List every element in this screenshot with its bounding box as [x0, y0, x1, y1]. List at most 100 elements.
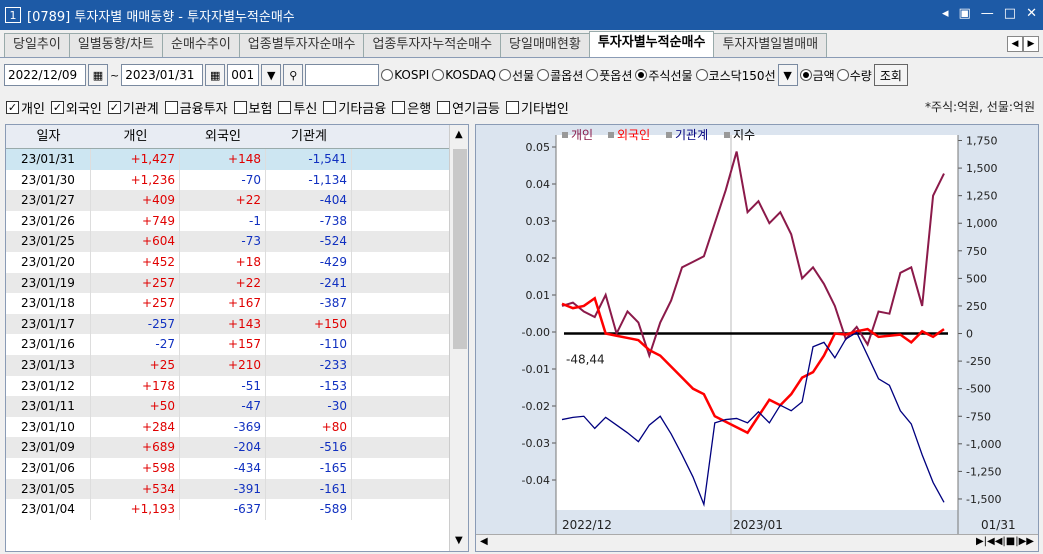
table-row[interactable]: 23/01/31 +1,427 +148 -1,541 [6, 149, 468, 170]
market-radio-1[interactable]: KOSDAQ [432, 67, 496, 84]
start-date-input[interactable]: 2022/12/09 [4, 64, 86, 86]
checkbox-icon[interactable]: ✓ [107, 100, 121, 114]
tab-4[interactable]: 업종투자자누적순매수 [363, 33, 502, 57]
table-row[interactable]: 23/01/12 +178 -51 -153 [6, 375, 468, 397]
tab-0[interactable]: 당일추이 [4, 33, 70, 57]
cumulative-chart[interactable]: 0.05 0.04 0.03 0.02 0.01 -0.00 -0.01 -0.02 -0.03… [475, 124, 1039, 552]
tab-next-icon[interactable]: ▶ [1023, 36, 1039, 52]
check-8[interactable]: 연기금등 [437, 98, 500, 117]
checkbox-icon[interactable] [392, 100, 406, 114]
market-dropdown-icon[interactable]: ▼ [777, 64, 798, 86]
dropdown-arrow-icon[interactable]: ▼ [261, 64, 282, 86]
table-row[interactable]: 23/01/27 +409 +22 -404 [6, 190, 468, 211]
radio-icon[interactable] [432, 69, 445, 81]
radio-icon[interactable] [635, 69, 648, 81]
table-cell: 23/01/16 [6, 334, 91, 355]
table-cell: -241 [266, 272, 352, 294]
scroll-left-icon[interactable]: ◀ [480, 536, 488, 547]
table-row[interactable]: 23/01/26 +749 -1 -738 [6, 210, 468, 232]
checkbox-icon[interactable]: ✓ [50, 100, 64, 114]
check-9[interactable]: 기타법인 [506, 98, 569, 117]
name-field[interactable] [305, 64, 380, 86]
table-row[interactable]: 23/01/11 +50 -47 -30 [6, 396, 468, 417]
table-row[interactable]: 23/01/19 +257 +22 -241 [6, 272, 468, 294]
market-radio-2[interactable]: 선물 [499, 67, 534, 84]
market-radio-0[interactable]: KOSPI [381, 67, 429, 84]
check-6[interactable]: 기타금융 [323, 98, 386, 117]
checkbox-icon[interactable]: ✓ [6, 100, 19, 114]
check-2[interactable]: ✓ 기관계 [107, 98, 159, 117]
code-input[interactable]: 001 [227, 64, 260, 86]
table-row[interactable]: 23/01/05 +534 -391 -161 [6, 478, 468, 500]
chart-nav-icons[interactable]: ▶|◀◀|■|▶▶ [976, 536, 1034, 547]
vertical-scrollbar[interactable]: ▲ ▼ [449, 125, 468, 551]
checkbox-icon[interactable] [437, 100, 451, 114]
table-cell: -30 [266, 396, 352, 417]
table-row[interactable]: 23/01/10 +284 -369 +80 [6, 416, 468, 438]
calendar-icon[interactable]: ▦ [88, 64, 108, 86]
calendar-icon[interactable]: ▦ [205, 64, 226, 86]
checkbox-icon[interactable] [164, 100, 178, 114]
check-label: 투신 [293, 101, 318, 117]
tab-2[interactable]: 순매수추이 [161, 33, 240, 57]
column-header[interactable]: 일자 [6, 125, 91, 148]
table-row[interactable]: 23/01/04 +1,193 -637 -589 [6, 499, 468, 520]
checkbox-icon[interactable] [278, 100, 292, 114]
table-row[interactable]: 23/01/30 +1,236 -70 -1,134 [6, 169, 468, 191]
scroll-up-icon[interactable]: ▲ [455, 129, 463, 140]
query-button[interactable]: 조회 [873, 64, 908, 86]
scroll-down-icon[interactable]: ▼ [455, 535, 463, 546]
tab-5[interactable]: 당일매매현황 [500, 33, 590, 57]
checkbox-icon[interactable] [323, 100, 337, 114]
minimize-icon[interactable]: — [981, 6, 994, 21]
check-3[interactable]: 금융투자 [164, 98, 228, 117]
radio-icon[interactable] [381, 69, 394, 81]
market-radio-4[interactable]: 풋옵션 [586, 67, 632, 84]
radio-icon[interactable] [695, 69, 708, 81]
table-row[interactable]: 23/01/06 +598 -434 -165 [6, 457, 468, 479]
check-7[interactable]: 은행 [392, 98, 431, 117]
tab-3[interactable]: 업종별투자자순매수 [238, 33, 365, 57]
table-cell: 23/01/31 [6, 149, 91, 170]
table-row[interactable]: 23/01/09 +689 -204 -516 [6, 437, 468, 458]
amount-radio[interactable]: 금액 [799, 67, 835, 84]
scroll-thumb[interactable] [453, 149, 467, 349]
arrow-left-icon[interactable]: ◂ [942, 6, 949, 21]
column-header[interactable]: 외국인 [180, 125, 266, 148]
check-0[interactable]: ✓ 개인 [6, 98, 45, 117]
table-row[interactable]: 23/01/20 +452 +18 -429 [6, 251, 468, 273]
check-5[interactable]: 투신 [278, 98, 317, 117]
check-1[interactable]: ✓ 외국인 [50, 98, 102, 117]
tab-6[interactable]: 투자자별누적순매수 [588, 31, 715, 57]
close-icon[interactable]: ✕ [1026, 6, 1037, 21]
checkbox-icon[interactable] [506, 100, 519, 114]
table-row[interactable]: 23/01/16 -27 +157 -110 [6, 334, 468, 355]
radio-icon[interactable] [537, 69, 550, 81]
radio-icon[interactable] [499, 69, 512, 81]
maximize-icon[interactable]: □ [1004, 6, 1016, 21]
pin-icon[interactable]: ▣ [959, 6, 971, 21]
table-row[interactable]: 23/01/18 +257 +167 -387 [6, 293, 468, 314]
table-row[interactable]: 23/01/25 +604 -73 -524 [6, 231, 468, 252]
right-tick: -1,500 [966, 493, 1001, 506]
checkbox-icon[interactable] [233, 100, 247, 114]
market-radio-3[interactable]: 콜옵션 [537, 67, 583, 84]
search-icon[interactable]: ⚲ [283, 64, 304, 86]
chart-scrollbar[interactable]: ◀ ▶|◀◀|■|▶▶ [476, 534, 1038, 551]
column-header[interactable]: 개인 [91, 125, 180, 148]
tab-prev-icon[interactable]: ◀ [1007, 36, 1023, 52]
table-row[interactable]: 23/01/17 -257 +143 +150 [6, 313, 468, 335]
table-cell: 23/01/17 [6, 313, 91, 335]
table-cell: -1,541 [266, 149, 352, 170]
end-date-input[interactable]: 2023/01/31 [121, 64, 204, 86]
table-header: 일자 개인 외국인 기관계 [6, 125, 468, 149]
tab-7[interactable]: 투자자별일별매매 [713, 33, 828, 57]
check-4[interactable]: 보험 [233, 98, 272, 117]
radio-icon[interactable] [586, 69, 599, 81]
qty-radio[interactable]: 수량 [836, 67, 872, 84]
tab-1[interactable]: 일별동향/차트 [68, 33, 163, 57]
market-radio-5[interactable]: 주식선물 [635, 67, 693, 84]
table-row[interactable]: 23/01/13 +25 +210 -233 [6, 354, 468, 376]
column-header[interactable]: 기관계 [266, 125, 352, 148]
market-radio-6[interactable]: 코스닥150선 [695, 67, 776, 84]
